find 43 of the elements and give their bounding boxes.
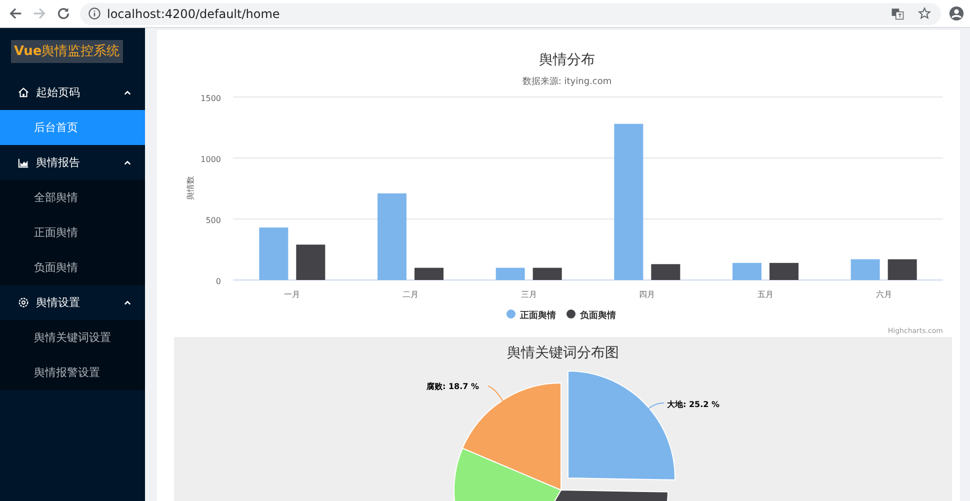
slice-label: 大地: 25.2 % bbox=[667, 400, 720, 409]
reload-icon[interactable] bbox=[56, 6, 71, 21]
account-icon[interactable] bbox=[949, 6, 964, 21]
menu-group-label: 起始页码 bbox=[36, 85, 81, 100]
x-tick-label: 五月 bbox=[758, 290, 774, 299]
x-tick-label: 二月 bbox=[402, 290, 418, 299]
chart-icon bbox=[18, 157, 29, 168]
menu-group-label: 舆情设置 bbox=[36, 295, 81, 310]
address-bar[interactable]: localhost:4200/default/home bbox=[80, 2, 941, 24]
url-text: localhost:4200/default/home bbox=[107, 6, 281, 20]
translate-icon[interactable] bbox=[891, 7, 904, 20]
x-tick-label: 六月 bbox=[876, 290, 892, 299]
back-icon[interactable] bbox=[8, 6, 23, 21]
leader-line bbox=[488, 386, 504, 404]
caret-icon bbox=[124, 160, 131, 165]
settings-icon bbox=[18, 297, 29, 308]
menu-item[interactable]: 全部舆情 bbox=[0, 180, 145, 215]
caret-icon bbox=[124, 300, 131, 305]
pie-chart-title: 舆情关键词分布图 bbox=[507, 345, 619, 361]
menu-group-label: 舆情报告 bbox=[36, 155, 81, 170]
caret-icon bbox=[124, 90, 131, 95]
y-axis-title: 舆情数 bbox=[186, 176, 195, 200]
x-tick-label: 四月 bbox=[639, 290, 656, 299]
x-tick-label: 三月 bbox=[520, 290, 537, 299]
slice-label: 腐败: 18.7 % bbox=[426, 382, 479, 391]
app-logo: Vue舆情监控系统 bbox=[11, 40, 123, 63]
legend-item[interactable]: 正面舆情 bbox=[520, 311, 556, 321]
chart-subtitle: 数据来源: itying.com bbox=[522, 77, 612, 87]
menu-item[interactable]: 负面舆情 bbox=[0, 250, 145, 285]
y-tick-label: 0 bbox=[216, 277, 221, 286]
chart-title: 舆情分布 bbox=[539, 52, 595, 68]
y-tick-label: 1000 bbox=[200, 155, 221, 164]
star-icon[interactable] bbox=[918, 7, 931, 20]
y-tick-label: 500 bbox=[206, 216, 221, 225]
menu-item[interactable]: 正面舆情 bbox=[0, 215, 145, 250]
info-icon[interactable] bbox=[88, 7, 101, 20]
x-tick-label: 一月 bbox=[284, 290, 300, 299]
home-icon bbox=[18, 87, 29, 98]
menu-item[interactable]: 舆情报警设置 bbox=[0, 355, 145, 390]
y-tick-label: 1500 bbox=[200, 94, 221, 103]
legend-item[interactable]: 负面舆情 bbox=[580, 311, 616, 321]
leader-line bbox=[646, 402, 664, 412]
menu-item[interactable]: 舆情关键词设置 bbox=[0, 320, 145, 355]
